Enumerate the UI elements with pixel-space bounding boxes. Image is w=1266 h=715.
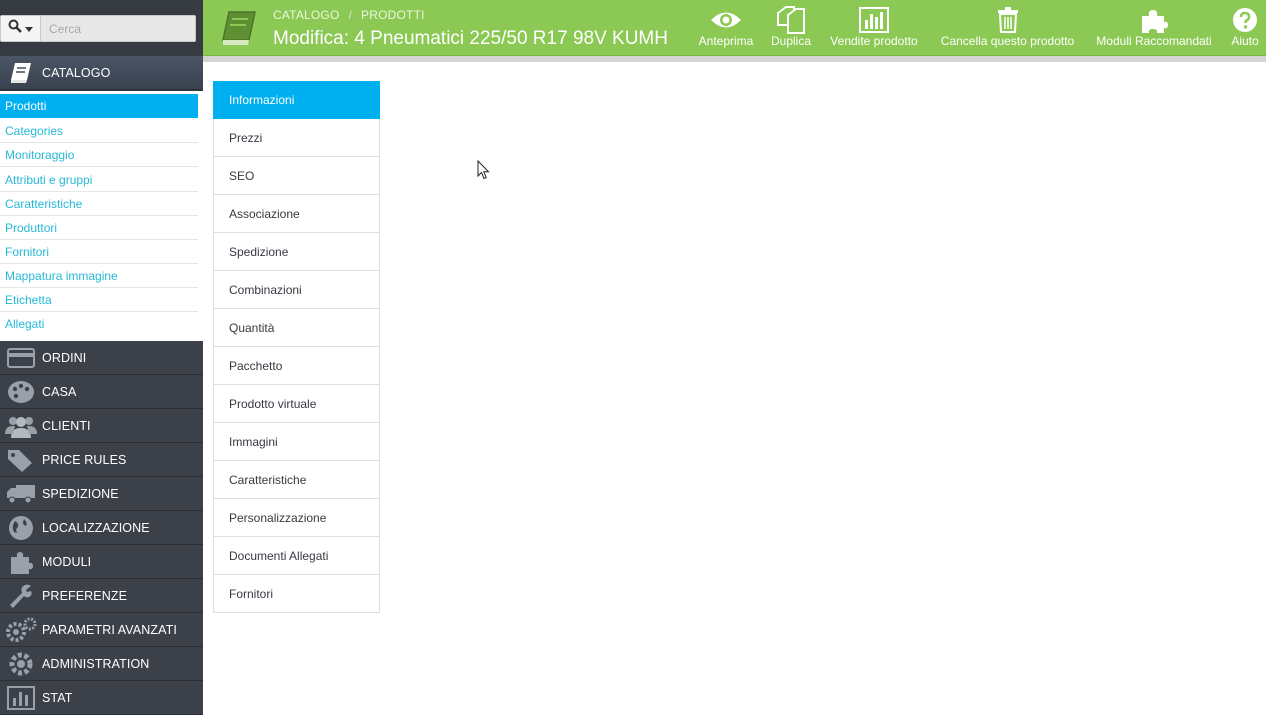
tab-prodotto-virtuale[interactable]: Prodotto virtuale [213, 385, 380, 423]
sidebar-item-stat[interactable]: STAT [0, 681, 203, 715]
product-tabs: Informazioni Prezzi SEO Associazione Spe… [213, 81, 380, 613]
search-input[interactable] [41, 16, 191, 41]
book-icon [217, 8, 259, 50]
tab-combinazioni[interactable]: Combinazioni [213, 271, 380, 309]
sidebar-item-preferenze[interactable]: PREFERENZE [0, 579, 203, 613]
puzzle-icon [0, 545, 42, 579]
sidebar-item-catalogo[interactable]: CATALOGO [0, 56, 203, 90]
search-icon [8, 19, 22, 38]
puzzle-icon [1140, 6, 1168, 34]
book-icon [0, 56, 42, 90]
sidebar-item-moduli[interactable]: MODULI [0, 545, 203, 579]
eye-icon [710, 6, 742, 34]
breadcrumb-prodotti[interactable]: PRODOTTI [361, 8, 425, 22]
submenu-item-allegati[interactable]: Allegati [0, 312, 198, 336]
submenu-item-caratteristiche[interactable]: Caratteristiche [0, 192, 198, 216]
submenu-item-produttori[interactable]: Produttori [0, 216, 198, 240]
sidebar-item-clienti[interactable]: CLIENTI [0, 409, 203, 443]
tab-fornitori[interactable]: Fornitori [213, 575, 380, 613]
cog-icon [0, 647, 42, 681]
sidebar-item-spedizione[interactable]: SPEDIZIONE [0, 477, 203, 511]
duplicate-label: Duplica [770, 34, 812, 48]
tab-associazione[interactable]: Associazione [213, 195, 380, 233]
submenu-item-mappatura[interactable]: Mappatura immagine [0, 264, 198, 288]
sidebar-item-label: MODULI [42, 554, 92, 569]
wrench-icon [0, 579, 42, 613]
tab-immagini[interactable]: Immagini [213, 423, 380, 461]
duplicate-button[interactable]: Duplica [768, 6, 814, 52]
sidebar-item-label: CATALOGO [42, 65, 111, 80]
sidebar-item-label: PRICE RULES [42, 452, 127, 467]
help-button[interactable]: Aiuto [1227, 6, 1263, 52]
tab-quantita[interactable]: Quantità [213, 309, 380, 347]
sidebar-item-localizzazione[interactable]: LOCALIZZAZIONE [0, 511, 203, 545]
recommended-modules-label: Moduli Raccomandati [1096, 34, 1212, 48]
sidebar-item-administration[interactable]: ADMINISTRATION [0, 647, 203, 681]
sidebar-item-label: ORDINI [42, 350, 87, 365]
preview-label: Anteprima [698, 34, 754, 48]
breadcrumb: CATALOGO / PRODOTTI [273, 8, 425, 22]
sidebar-item-casa[interactable]: CASA [0, 375, 203, 409]
globe-icon [0, 511, 42, 545]
cogs-icon [0, 613, 42, 647]
bar-chart-icon [0, 681, 42, 715]
sidebar-item-price-rules[interactable]: PRICE RULES [0, 443, 203, 477]
sidebar-item-label: STAT [42, 690, 73, 705]
tab-prezzi[interactable]: Prezzi [213, 119, 380, 157]
delete-product-button[interactable]: Cancella questo prodotto [936, 6, 1079, 52]
sidebar-item-label: PARAMETRI AVANZATI [42, 622, 177, 637]
copy-icon [776, 6, 806, 34]
header-divider [203, 56, 1266, 62]
tab-informazioni[interactable]: Informazioni [213, 81, 380, 119]
search-box [0, 15, 196, 42]
help-label: Aiuto [1231, 34, 1259, 48]
credit-card-icon [0, 341, 42, 375]
users-icon [0, 409, 42, 443]
mouse-cursor-icon [477, 159, 490, 185]
catalog-submenu: Prodotti Categories Monitoraggio Attribu… [0, 91, 203, 341]
submenu-item-categories[interactable]: Categories [0, 119, 198, 143]
product-sales-button[interactable]: Vendite prodotto [825, 6, 923, 52]
tab-spedizione[interactable]: Spedizione [213, 233, 380, 271]
sidebar-item-ordini[interactable]: ORDINI [0, 341, 203, 375]
submenu-item-etichetta[interactable]: Etichetta [0, 288, 198, 312]
delete-product-label: Cancella questo prodotto [940, 34, 1075, 48]
submenu-item-fornitori[interactable]: Fornitori [0, 240, 198, 264]
submenu-item-monitoraggio[interactable]: Monitoraggio [0, 143, 198, 167]
page-title: Modifica: 4 Pneumatici 225/50 R17 98V KU… [273, 28, 668, 49]
tags-icon [0, 443, 42, 477]
sidebar-item-label: CLIENTI [42, 418, 91, 433]
tab-personalizzazione[interactable]: Personalizzazione [213, 499, 380, 537]
tab-pacchetto[interactable]: Pacchetto [213, 347, 380, 385]
page-header: CATALOGO / PRODOTTI Modifica: 4 Pneumatici… [203, 0, 1266, 56]
submenu-item-prodotti[interactable]: Prodotti [0, 94, 198, 118]
tab-caratteristiche[interactable]: Caratteristiche [213, 461, 380, 499]
trash-icon [997, 6, 1019, 34]
sidebar-item-label: SPEDIZIONE [42, 486, 119, 501]
sidebar-item-label: ADMINISTRATION [42, 656, 150, 671]
question-icon [1232, 6, 1258, 34]
sidebar-item-label: CASA [42, 384, 77, 399]
recommended-modules-button[interactable]: Moduli Raccomandati [1092, 6, 1216, 52]
palette-icon [0, 375, 42, 409]
sidebar: CATALOGO Prodotti Categories Monitoraggi… [0, 0, 203, 715]
caret-down-icon [25, 20, 33, 38]
sidebar-item-label: LOCALIZZAZIONE [42, 520, 150, 535]
submenu-item-attributi[interactable]: Attributi e gruppi [0, 168, 198, 192]
tab-documenti-allegati[interactable]: Documenti Allegati [213, 537, 380, 575]
sidebar-item-label: PREFERENZE [42, 588, 128, 603]
product-sales-label: Vendite prodotto [830, 34, 918, 48]
preview-button[interactable]: Anteprima [695, 6, 757, 52]
breadcrumb-separator: / [348, 8, 353, 22]
search-type-button[interactable] [1, 16, 41, 41]
search-bar [0, 0, 203, 56]
bar-chart-icon [859, 6, 889, 34]
tab-seo[interactable]: SEO [213, 157, 380, 195]
truck-icon [0, 477, 42, 511]
breadcrumb-catalogo[interactable]: CATALOGO [273, 8, 340, 22]
sidebar-item-parametri-avanzati[interactable]: PARAMETRI AVANZATI [0, 613, 203, 647]
